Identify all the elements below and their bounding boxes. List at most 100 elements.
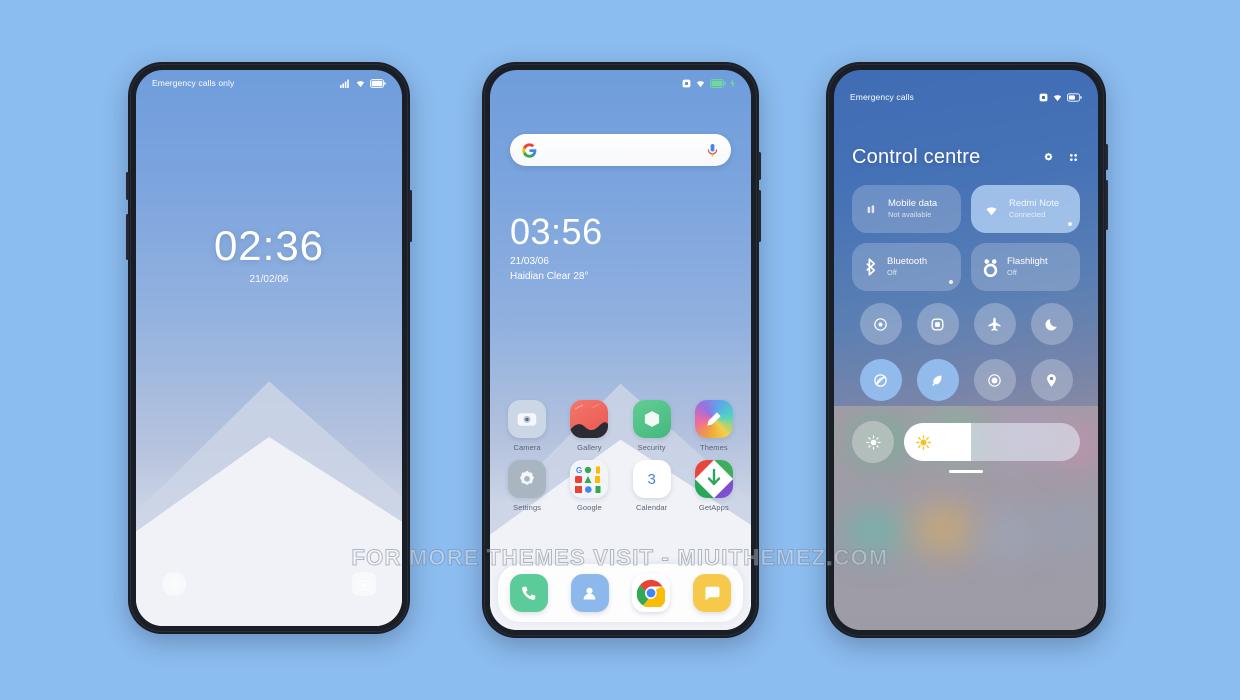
app-themes[interactable]: Themes bbox=[683, 400, 745, 452]
tile-flashlight[interactable]: Flashlight Off bbox=[971, 243, 1080, 291]
edit-grid-icon[interactable] bbox=[1067, 151, 1080, 164]
volume-button[interactable] bbox=[758, 152, 761, 180]
app-gallery[interactable]: Gallery bbox=[558, 400, 620, 452]
gallery-icon bbox=[570, 400, 609, 438]
tile-subtitle: Off bbox=[1007, 268, 1017, 278]
home-screen-display[interactable]: 03:56 21/03/06 Haidian Clear 28° Camera bbox=[490, 70, 751, 630]
toggle-airplane-mode[interactable] bbox=[973, 303, 1016, 345]
tile-title: Mobile data bbox=[888, 198, 938, 210]
tile-indicator-dot bbox=[1068, 222, 1072, 226]
control-centre-display[interactable]: Emergency calls Control centre Mobile da… bbox=[834, 70, 1098, 630]
app-label: Calendar bbox=[636, 503, 668, 512]
cc-status-bar: Emergency calls bbox=[834, 84, 1098, 110]
alarm-icon bbox=[682, 79, 691, 87]
app-camera[interactable]: Camera bbox=[496, 400, 558, 452]
dock-phone-button[interactable] bbox=[509, 574, 548, 612]
flashlight-icon bbox=[169, 579, 179, 589]
status-icons bbox=[340, 78, 386, 88]
location-leaf-icon bbox=[932, 375, 942, 386]
svg-text:G: G bbox=[576, 466, 582, 475]
app-security[interactable]: Security bbox=[621, 400, 683, 452]
app-getapps[interactable]: GetApps bbox=[683, 460, 745, 512]
app-google-folder[interactable]: G Google bbox=[558, 460, 620, 512]
toggle-auto-rotate[interactable] bbox=[859, 303, 902, 345]
contacts-icon bbox=[584, 587, 596, 599]
battery-icon bbox=[1067, 92, 1082, 102]
tile-subtitle: Connected bbox=[1009, 210, 1046, 220]
brightness-slider-fill bbox=[904, 423, 971, 461]
mobile-data-icon bbox=[867, 204, 875, 213]
tile-wifi[interactable]: Redmi Note Connected bbox=[971, 185, 1080, 233]
microphone-icon[interactable] bbox=[706, 143, 719, 158]
dark-mode-icon bbox=[1045, 318, 1057, 330]
tile-bluetooth[interactable]: Bluetooth Off bbox=[852, 243, 961, 291]
calendar-icon: 3 bbox=[632, 460, 671, 498]
bluetooth-icon bbox=[866, 258, 876, 276]
tile-title: Flashlight bbox=[1007, 256, 1048, 268]
tile-mobile-data[interactable]: Mobile data Not available bbox=[852, 185, 961, 233]
calendar-day: 3 bbox=[647, 470, 656, 488]
app-label: Gallery bbox=[577, 443, 602, 452]
page-title: Control centre bbox=[852, 146, 981, 168]
lock-time: 02:36 bbox=[213, 222, 325, 269]
app-settings[interactable]: Settings bbox=[496, 460, 558, 512]
dock bbox=[498, 564, 743, 622]
signal-icon bbox=[340, 79, 349, 88]
dock-messages-button[interactable] bbox=[693, 574, 732, 612]
lock-screen-display[interactable]: Emergency calls only 02:36 21/02/06 bbox=[136, 70, 402, 626]
brightness-slider[interactable] bbox=[904, 423, 1080, 461]
volume-button[interactable] bbox=[1105, 144, 1108, 170]
volume-down-button[interactable] bbox=[126, 214, 129, 260]
messages-icon bbox=[705, 586, 720, 600]
screenshot-icon bbox=[931, 318, 944, 330]
power-button[interactable] bbox=[758, 190, 761, 242]
app-label: Security bbox=[637, 443, 666, 452]
toggle-dark-mode[interactable] bbox=[1030, 303, 1073, 345]
lock-status-bar: Emergency calls only bbox=[136, 70, 402, 96]
camera-shortcut[interactable] bbox=[352, 572, 376, 596]
big-tiles: Mobile data Not available Redmi Note Con… bbox=[852, 185, 1080, 291]
location-pin-icon bbox=[1047, 373, 1056, 387]
wifi-icon bbox=[986, 206, 997, 215]
wifi-icon bbox=[356, 80, 365, 87]
app-label: Settings bbox=[513, 503, 542, 512]
search-input[interactable] bbox=[545, 144, 698, 156]
drag-handle[interactable] bbox=[949, 470, 983, 473]
app-label: Themes bbox=[700, 443, 728, 452]
app-label: Google bbox=[576, 503, 602, 512]
toggle-location-leaf[interactable] bbox=[916, 359, 959, 401]
lock-date: 21/02/06 bbox=[249, 274, 289, 285]
settings-icon bbox=[508, 460, 547, 498]
camera-icon bbox=[357, 579, 371, 590]
tile-subtitle: Off bbox=[887, 268, 897, 278]
toggle-screen-record[interactable] bbox=[973, 359, 1016, 401]
toggle-location-pin[interactable] bbox=[1030, 359, 1073, 401]
app-calendar[interactable]: 3 Calendar bbox=[621, 460, 683, 512]
toggle-do-not-disturb[interactable] bbox=[859, 359, 902, 401]
volume-up-button[interactable] bbox=[126, 172, 129, 200]
tile-indicator-dot bbox=[949, 280, 953, 284]
toggle-screenshot[interactable] bbox=[916, 303, 959, 345]
status-icons bbox=[682, 78, 735, 88]
toggle-grid bbox=[852, 303, 1080, 401]
screen-record-icon bbox=[988, 373, 1001, 387]
themes-icon bbox=[694, 400, 733, 438]
app-grid: Camera Gallery Security Themes Settings … bbox=[496, 400, 745, 512]
power-button[interactable] bbox=[409, 190, 412, 242]
charging-bolt-icon bbox=[730, 78, 735, 88]
dock-chrome-button[interactable] bbox=[632, 574, 671, 612]
alarm-icon bbox=[1039, 93, 1048, 101]
auto-brightness-button[interactable] bbox=[852, 421, 894, 463]
carrier-label: Emergency calls bbox=[850, 92, 914, 102]
header-actions bbox=[1042, 151, 1080, 164]
dock-contacts-button[interactable] bbox=[570, 574, 609, 612]
flashlight-shortcut[interactable] bbox=[162, 572, 186, 596]
google-g-icon bbox=[522, 142, 537, 158]
security-icon bbox=[632, 400, 671, 438]
home-clock-widget[interactable]: 03:56 21/03/06 Haidian Clear 28° bbox=[510, 214, 603, 283]
battery-icon bbox=[370, 78, 386, 88]
power-button[interactable] bbox=[1105, 180, 1108, 230]
google-search-bar[interactable] bbox=[510, 134, 731, 166]
wifi-icon bbox=[1053, 94, 1062, 101]
settings-gear-icon[interactable] bbox=[1042, 151, 1055, 164]
